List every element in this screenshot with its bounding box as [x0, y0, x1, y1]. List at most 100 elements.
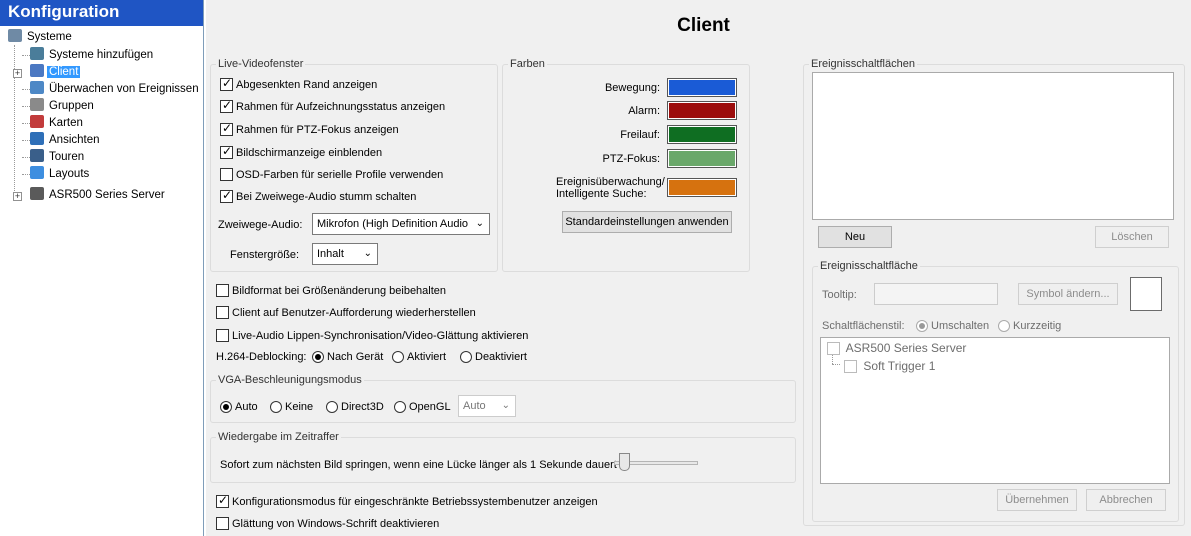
tree-item-add-systems[interactable]: Systeme hinzufügen: [30, 47, 155, 64]
slider-thumb[interactable]: [619, 453, 630, 471]
maps-icon: [30, 115, 44, 128]
tree-item-asr500[interactable]: ASR500 Series Server: [30, 187, 167, 204]
color-motion-swatch[interactable]: [667, 78, 737, 97]
checkbox-icon: [220, 98, 233, 113]
color-motion-label: Bewegung:: [604, 82, 660, 94]
window-size-select[interactable]: Inhalt ⌄: [312, 243, 378, 265]
tree-item-client[interactable]: Client: [30, 64, 81, 81]
client-settings-panel: Client Live-Videofenster Abgesenkten Ran…: [206, 0, 1191, 536]
symbol-preview[interactable]: [1130, 277, 1162, 311]
delete-button[interactable]: Löschen: [1095, 226, 1169, 248]
event-button-subgroup-title: Ereignisschaltfläche: [818, 260, 920, 272]
checkbox-icon: [216, 329, 229, 342]
timelapse-text: Sofort zum nächsten Bild springen, wenn …: [220, 459, 617, 471]
checkbox-icon: [220, 121, 233, 136]
apply-button[interactable]: Übernehmen: [997, 489, 1077, 511]
radio-deblock-disabled[interactable]: Deaktiviert: [460, 350, 527, 364]
tree-connector: [22, 157, 30, 158]
tooltip-input[interactable]: [874, 283, 998, 305]
server-icon: [8, 29, 22, 42]
radio-vga-none[interactable]: Keine: [270, 400, 313, 414]
tree-item-event-monitoring[interactable]: Überwachen von Ereignissen: [30, 81, 201, 98]
radio-vga-direct3d[interactable]: Direct3D: [326, 400, 384, 414]
expand-icon[interactable]: +: [13, 69, 22, 78]
two-way-audio-select[interactable]: Mikrofon (High Definition Audio ⌄: [312, 213, 490, 235]
expand-icon[interactable]: +: [13, 192, 22, 201]
radio-vga-opengl[interactable]: OpenGL: [394, 400, 451, 414]
checkbox-recording-frame[interactable]: Rahmen für Aufzeichnungsstatus anzeigen: [220, 98, 445, 114]
radio-vga-auto[interactable]: Auto: [220, 400, 258, 414]
radio-icon: [270, 401, 282, 413]
deblocking-label: H.264-Deblocking:: [216, 351, 307, 363]
colors-group-title: Farben: [508, 58, 547, 70]
tree-item-soft-trigger[interactable]: Soft Trigger 1: [844, 359, 935, 373]
new-button[interactable]: Neu: [818, 226, 892, 248]
two-way-audio-label: Zweiwege-Audio:: [218, 219, 303, 231]
tree-item-maps[interactable]: Karten: [30, 115, 85, 132]
groups-icon: [30, 98, 44, 111]
vga-select[interactable]: Auto ⌄: [458, 395, 516, 417]
chevron-down-icon: ⌄: [475, 218, 484, 229]
color-ptz-swatch[interactable]: [667, 149, 737, 168]
chevron-down-icon: ⌄: [501, 400, 510, 411]
tooltip-label: Tooltip:: [822, 289, 857, 301]
color-freerun-label: Freilauf:: [620, 129, 660, 141]
color-event-swatch[interactable]: [667, 178, 737, 197]
checkbox-config-mode[interactable]: Konfigurationsmodus für eingeschränkte B…: [216, 493, 598, 509]
tree-item-layouts[interactable]: Layouts: [30, 166, 91, 183]
tree-connector: [832, 364, 840, 365]
event-monitor-icon: [30, 81, 44, 94]
client-gear-icon: [30, 64, 44, 77]
checkbox-lip-sync[interactable]: Live-Audio Lippen-Synchronisation/Video-…: [216, 329, 528, 343]
window-size-label: Fenstergröße:: [230, 249, 300, 261]
radio-icon: [916, 320, 928, 332]
checkbox-icon: [220, 188, 233, 203]
radio-icon: [326, 401, 338, 413]
tree-item-views[interactable]: Ansichten: [30, 132, 102, 149]
color-alarm-label: Alarm:: [628, 105, 660, 117]
panel-title: Konfiguration: [0, 0, 203, 26]
cancel-button[interactable]: Abbrechen: [1086, 489, 1166, 511]
configuration-tree-panel: Konfiguration Systeme Systeme hinzufügen…: [0, 0, 204, 536]
live-video-group-title: Live-Videofenster: [216, 58, 306, 70]
tree-item-groups[interactable]: Gruppen: [30, 98, 96, 115]
layouts-icon: [30, 166, 44, 179]
tree-item-asr500-server[interactable]: ASR500 Series Server: [827, 341, 966, 355]
event-buttons-list[interactable]: [812, 72, 1174, 220]
tree-item-tours[interactable]: Touren: [30, 149, 86, 166]
checkbox-icon: [827, 342, 840, 355]
radio-style-toggle[interactable]: Umschalten: [916, 319, 989, 333]
radio-style-momentary[interactable]: Kurzzeitig: [998, 319, 1061, 333]
radio-icon: [220, 401, 232, 413]
checkbox-recessed-border[interactable]: Abgesenkten Rand anzeigen: [220, 76, 377, 92]
checkbox-mute-two-way[interactable]: Bei Zweiwege-Audio stumm schalten: [220, 188, 416, 204]
color-alarm-swatch[interactable]: [667, 101, 737, 120]
checkbox-icon: [216, 306, 229, 319]
radio-deblock-device[interactable]: Nach Gerät: [312, 350, 383, 364]
tree-connector: [22, 55, 30, 56]
views-icon: [30, 132, 44, 145]
tree-connector: [22, 140, 30, 141]
color-freerun-swatch[interactable]: [667, 125, 737, 144]
checkbox-restore-client[interactable]: Client auf Benutzer-Aufforderung wiederh…: [216, 306, 476, 320]
event-buttons-group-title: Ereignisschaltflächen: [809, 58, 917, 70]
apply-defaults-button[interactable]: Standardeinstellungen anwenden: [562, 211, 732, 233]
checkbox-ptz-frame[interactable]: Rahmen für PTZ-Fokus anzeigen: [220, 121, 399, 137]
color-event-label: Ereignisüberwachung/ Intelligente Suche:: [556, 176, 665, 200]
checkbox-icon: [220, 144, 233, 159]
checkbox-osd[interactable]: Bildschirmanzeige einblenden: [220, 144, 382, 160]
radio-icon: [460, 351, 472, 363]
checkbox-osd-colors[interactable]: OSD-Farben für serielle Profile verwende…: [220, 168, 443, 182]
vga-group-title: VGA-Beschleunigungsmodus: [216, 374, 364, 386]
radio-deblock-enabled[interactable]: Aktiviert: [392, 350, 446, 364]
checkbox-font-smoothing[interactable]: Glättung von Windows-Schrift deaktiviere…: [216, 517, 439, 531]
checkbox-keep-aspect[interactable]: Bildformat bei Größenänderung beibehalte…: [216, 284, 446, 298]
radio-icon: [312, 351, 324, 363]
chevron-down-icon: ⌄: [363, 248, 372, 259]
change-symbol-button[interactable]: Symbol ändern...: [1018, 283, 1118, 305]
checkbox-icon: [216, 284, 229, 297]
checkbox-icon: [220, 76, 233, 91]
page-title: Client: [677, 15, 730, 36]
radio-icon: [998, 320, 1010, 332]
tree-item-systeme[interactable]: Systeme: [8, 29, 74, 46]
